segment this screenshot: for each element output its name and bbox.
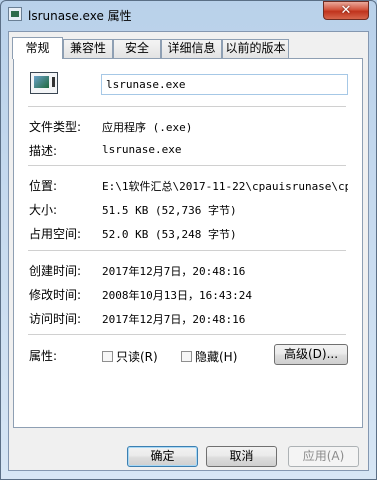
- separator: [28, 165, 346, 166]
- cancel-button[interactable]: 取消: [206, 446, 277, 467]
- window-title: lsrunase.exe 属性: [28, 9, 132, 23]
- readonly-checkbox[interactable]: 只读(R): [102, 348, 158, 365]
- separator: [28, 106, 346, 107]
- size-value: 51.5 KB (52,736 字节): [102, 204, 237, 217]
- location-value[interactable]: E:\1软件汇总\2017-11-22\cpauisrunase\cpau: [102, 178, 348, 194]
- size-label: 大小:: [29, 203, 58, 217]
- file-type-value: 应用程序 (.exe): [102, 121, 193, 134]
- checkbox-box[interactable]: [102, 351, 113, 362]
- apply-button[interactable]: 应用(A): [288, 446, 359, 467]
- close-button[interactable]: ✕: [323, 1, 369, 20]
- hidden-label: 隐藏(H): [195, 350, 238, 364]
- accessed-label: 访问时间:: [29, 312, 82, 326]
- close-icon: ✕: [340, 3, 352, 18]
- separator: [28, 334, 346, 335]
- description-label: 描述:: [29, 144, 58, 158]
- readonly-label: 只读(R): [116, 350, 158, 364]
- description-value: lsrunase.exe: [102, 143, 182, 156]
- accessed-value: 2017年12月7日，20:48:16: [102, 313, 246, 326]
- title-bar[interactable]: lsrunase.exe 属性 ✕: [0, 0, 377, 30]
- tab-previous-versions[interactable]: 以前的版本: [222, 39, 289, 58]
- file-type-label: 文件类型:: [29, 120, 82, 134]
- ok-button[interactable]: 确定: [127, 446, 198, 467]
- file-name-input[interactable]: [101, 74, 348, 95]
- modified-value: 2008年10月13日，16:43:24: [102, 289, 252, 302]
- general-panel: [13, 58, 363, 428]
- attributes-label: 属性:: [29, 349, 58, 363]
- created-value: 2017年12月7日，20:48:16: [102, 265, 246, 278]
- tab-compatibility[interactable]: 兼容性: [63, 39, 113, 58]
- tab-general[interactable]: 常规: [12, 37, 63, 59]
- app-icon: [8, 7, 22, 21]
- separator: [28, 250, 346, 251]
- hidden-checkbox[interactable]: 隐藏(H): [181, 348, 237, 365]
- disk-size-value: 52.0 KB (53,248 字节): [102, 228, 237, 241]
- tab-details[interactable]: 详细信息: [161, 39, 222, 58]
- checkbox-box[interactable]: [181, 351, 192, 362]
- tab-security[interactable]: 安全: [113, 39, 161, 58]
- modified-label: 修改时间:: [29, 288, 82, 302]
- created-label: 创建时间:: [29, 264, 82, 278]
- advanced-button[interactable]: 高级(D)...: [274, 344, 348, 365]
- disk-size-label: 占用空间:: [29, 227, 82, 241]
- exe-file-icon: [30, 72, 58, 94]
- location-label: 位置:: [29, 179, 58, 193]
